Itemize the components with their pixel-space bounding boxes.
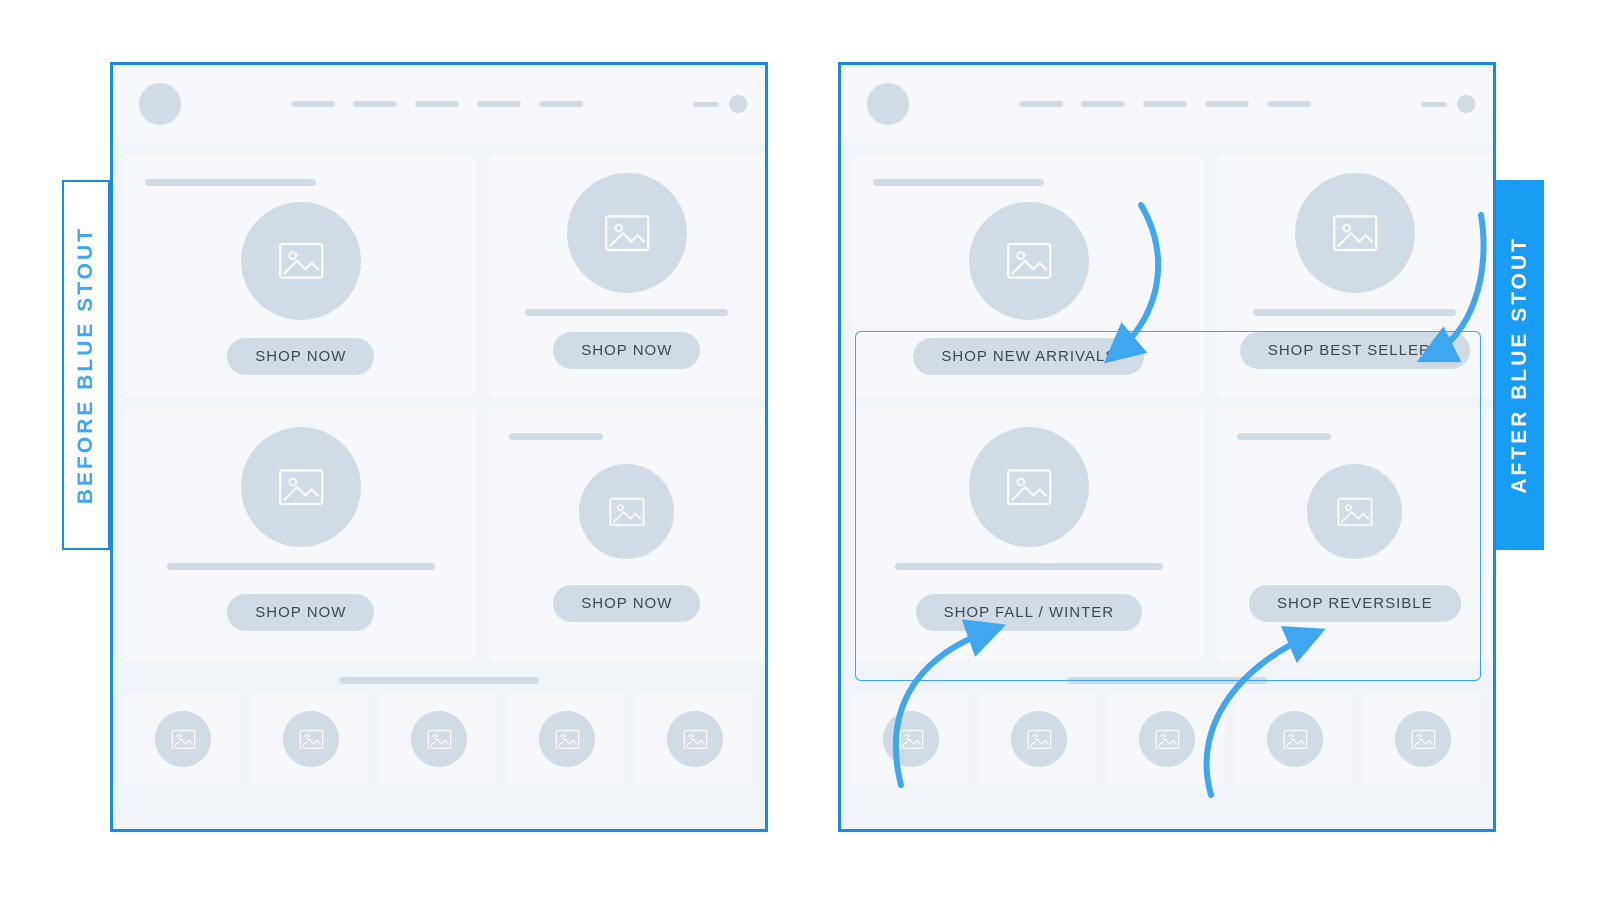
shop-button[interactable]: SHOP NOW <box>227 338 374 375</box>
shop-button[interactable]: SHOP NOW <box>227 594 374 631</box>
shop-button[interactable]: SHOP NOW <box>553 585 700 622</box>
image-icon <box>667 711 723 767</box>
thumbnail <box>509 694 625 784</box>
image-icon <box>1267 711 1323 767</box>
heading-placeholder <box>873 179 1044 186</box>
shop-fall-winter-button[interactable]: SHOP FALL / WINTER <box>916 594 1143 631</box>
heading-placeholder <box>1237 433 1332 440</box>
thumbnail <box>637 694 753 784</box>
category-card: SHOP NEW ARRIVALS <box>853 155 1205 397</box>
before-label-tab: BEFORE BLUE STOUT <box>62 180 110 550</box>
before-frame: SHOP NOW SHOP NOW SHOP NOW SHOP NOW <box>110 62 768 832</box>
before-label-text: BEFORE BLUE STOUT <box>74 226 98 504</box>
site-header <box>113 65 765 143</box>
section-divider <box>1067 677 1267 684</box>
thumbnail <box>853 694 969 784</box>
caption-placeholder <box>895 563 1163 570</box>
section-divider <box>339 677 539 684</box>
thumbnail <box>381 694 497 784</box>
shop-best-sellers-button[interactable]: SHOP BEST SELLERS <box>1240 332 1470 369</box>
header-dot <box>729 95 747 113</box>
image-icon <box>1307 464 1402 559</box>
caption-placeholder <box>167 563 435 570</box>
thumbnail <box>253 694 369 784</box>
thumbnail-strip <box>841 694 1493 784</box>
header-dot <box>1457 95 1475 113</box>
image-icon <box>579 464 674 559</box>
image-icon <box>969 202 1089 320</box>
category-grid: SHOP NEW ARRIVALS SHOP BEST SELLERS SHOP… <box>841 143 1493 673</box>
logo-placeholder <box>867 83 909 125</box>
category-card: SHOP FALL / WINTER <box>853 409 1205 661</box>
image-icon <box>883 711 939 767</box>
thumbnail-strip <box>113 694 765 784</box>
heading-placeholder <box>145 179 316 186</box>
logo-placeholder <box>139 83 181 125</box>
thumbnail <box>1365 694 1481 784</box>
caption-placeholder <box>525 309 728 316</box>
image-icon <box>241 427 361 547</box>
heading-placeholder <box>509 433 604 440</box>
image-icon <box>969 427 1089 547</box>
image-icon <box>1295 173 1415 293</box>
after-label-tab: AFTER BLUE STOUT <box>1496 180 1544 550</box>
nav-placeholder <box>931 101 1399 107</box>
image-icon <box>1139 711 1195 767</box>
category-card: SHOP NOW <box>125 155 477 397</box>
thumbnail <box>125 694 241 784</box>
caption-placeholder <box>1253 309 1456 316</box>
after-label-text: AFTER BLUE STOUT <box>1508 236 1532 494</box>
category-grid: SHOP NOW SHOP NOW SHOP NOW SHOP NOW <box>113 143 765 673</box>
thumbnail <box>1237 694 1353 784</box>
image-icon <box>1011 711 1067 767</box>
image-icon <box>1395 711 1451 767</box>
shop-button[interactable]: SHOP NOW <box>553 332 700 369</box>
header-bar <box>693 102 719 107</box>
category-card: SHOP NOW <box>489 409 765 661</box>
image-icon <box>539 711 595 767</box>
category-card: SHOP REVERSIBLE <box>1217 409 1493 661</box>
site-header <box>841 65 1493 143</box>
image-icon <box>567 173 687 293</box>
nav-placeholder <box>203 101 671 107</box>
category-card: SHOP NOW <box>489 155 765 397</box>
image-icon <box>283 711 339 767</box>
category-card: SHOP NOW <box>125 409 477 661</box>
header-bar <box>1421 102 1447 107</box>
header-actions <box>1421 95 1475 113</box>
thumbnail <box>1109 694 1225 784</box>
thumbnail <box>981 694 1097 784</box>
category-card: SHOP BEST SELLERS <box>1217 155 1493 397</box>
shop-new-arrivals-button[interactable]: SHOP NEW ARRIVALS <box>913 338 1144 375</box>
shop-reversible-button[interactable]: SHOP REVERSIBLE <box>1249 585 1461 622</box>
after-frame: SHOP NEW ARRIVALS SHOP BEST SELLERS SHOP… <box>838 62 1496 832</box>
image-icon <box>155 711 211 767</box>
image-icon <box>411 711 467 767</box>
image-icon <box>241 202 361 320</box>
header-actions <box>693 95 747 113</box>
